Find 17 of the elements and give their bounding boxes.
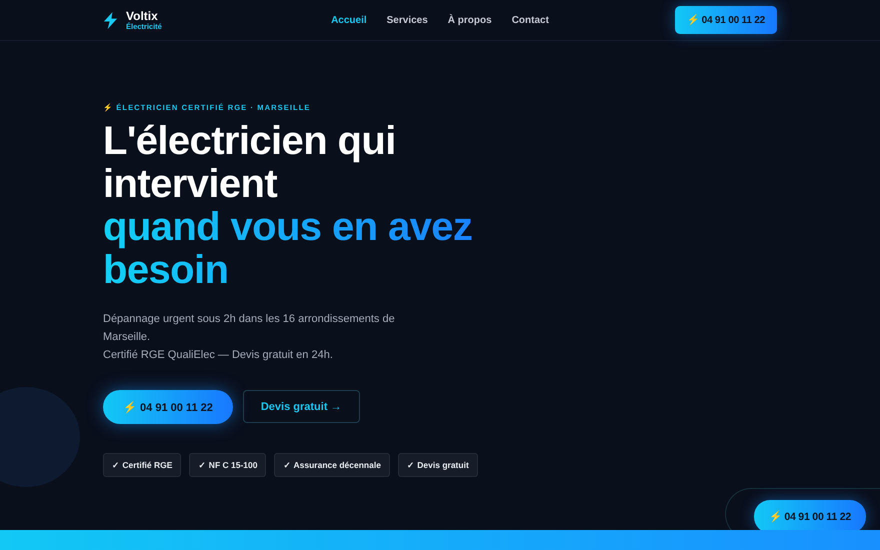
description-text: Certifié RGE QualiElec — Devis gratuit en 24h. <box>103 348 334 363</box>
call-button[interactable]: ⚡ 04 91 00 11 22 <box>103 390 233 424</box>
feature-badge: ✓ Devis gratuit <box>398 453 478 477</box>
feature-badge: ✓ NF C 15-100 <box>189 453 266 477</box>
description-text: Dépannage urgent sous 2h dans les 16 arrondissements de Marseille. <box>103 312 396 345</box>
nav-link[interactable]: Contact <box>512 14 549 26</box>
lightning-icon <box>103 12 118 28</box>
call-button[interactable]: ⚡ 04 91 00 11 22 <box>754 500 866 533</box>
quote-button[interactable]: Devis gratuit → <box>242 390 360 423</box>
nav-link[interactable]: Services <box>386 14 428 26</box>
nav-link[interactable]: À propos <box>448 14 492 26</box>
nav-link[interactable]: Accueil <box>331 14 367 26</box>
brand-name: Voltix <box>126 10 158 22</box>
call-button[interactable]: ⚡ 04 91 00 11 22 <box>675 6 777 34</box>
feature-badge: ✓ Assurance décennale <box>274 453 390 477</box>
headline: L'électricien qui intervient <box>103 120 397 206</box>
feature-badge: ✓ Certifié RGE <box>103 453 182 477</box>
